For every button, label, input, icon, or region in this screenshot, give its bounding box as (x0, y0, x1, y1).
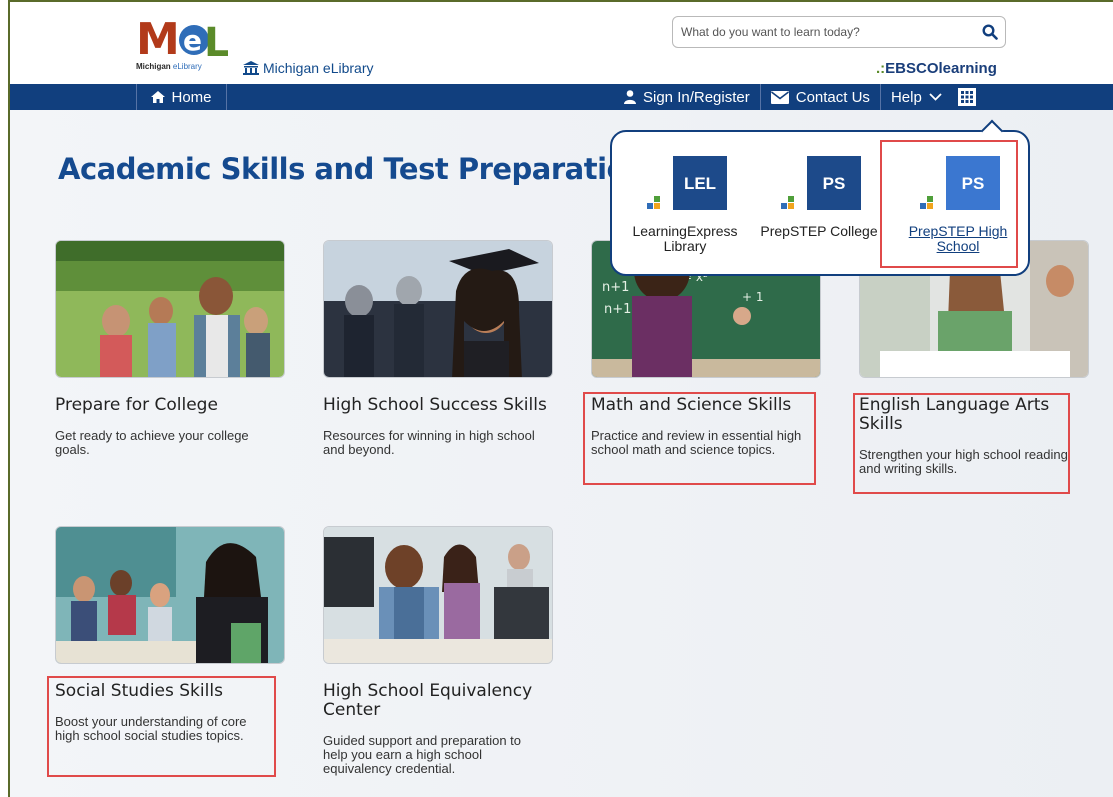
highlight-prepstep-high-school (880, 140, 1018, 268)
nav-right-group: Sign In/Register Contact Us Help (614, 84, 976, 110)
logo-tag-bold: Michigan (136, 62, 171, 71)
ebsco-text: EBSCO (885, 60, 939, 77)
app-learningexpress-library[interactable]: LEL LearningExpress Library (622, 156, 748, 254)
svg-text:+ 1: + 1 (742, 290, 764, 304)
library-link-label: Michigan eLibrary (263, 60, 374, 76)
search-input[interactable] (673, 17, 975, 47)
card-image (55, 240, 285, 378)
app-prepstep-college[interactable]: PS PrepSTEP College (758, 156, 880, 239)
svg-text:n+1: n+1 (602, 280, 629, 295)
search-box (672, 16, 1006, 48)
nav-home-label: Home (171, 88, 212, 106)
card-image (323, 240, 553, 378)
app-bars-icon (647, 190, 667, 210)
svg-text:M: M (136, 14, 180, 62)
ebsco-dots: .: (876, 60, 886, 77)
svg-text:e: e (183, 24, 202, 57)
svg-text:L: L (204, 20, 228, 62)
nav-sign-in[interactable]: Sign In/Register (614, 84, 761, 110)
highlight-social-studies (47, 676, 276, 777)
ebsco-learning-text: learning (938, 60, 997, 77)
app-bars-icon (781, 190, 801, 210)
app-tile: LEL (643, 156, 727, 210)
card-title: Prepare for College (55, 395, 218, 415)
card-description: Guided support and preparation to help y… (323, 733, 522, 776)
logo-tag-rest: eLibrary (170, 62, 202, 71)
page-frame: M e L Michigan eLibrary Michigan eLibrar… (8, 0, 1113, 797)
nav-home[interactable]: Home (136, 84, 227, 110)
nav-contact-label: Contact Us (795, 88, 870, 106)
main-nav: Home Sign In/Register Contact Us Help (10, 84, 1113, 110)
envelope-icon (770, 90, 789, 104)
library-building-icon (243, 61, 259, 75)
home-icon (151, 91, 166, 103)
card-image (55, 526, 285, 664)
nav-contact[interactable]: Contact Us (761, 84, 881, 110)
highlight-english-language-arts (853, 393, 1070, 494)
apps-grid-button[interactable] (957, 88, 976, 106)
card-title: High School Equivalency Center (323, 681, 533, 720)
card-description: Resources for winning in high school and… (323, 428, 535, 457)
card-description: Get ready to achieve your college goals. (55, 428, 249, 457)
card-high-school-equivalency[interactable]: High School Equivalency Center Guided su… (323, 526, 553, 776)
ebsco-learning-logo: .:EBSCOlearning (876, 60, 997, 77)
michigan-elibrary-link[interactable]: Michigan eLibrary (243, 60, 374, 76)
nav-sign-in-label: Sign In/Register (643, 88, 750, 106)
page-title: Academic Skills and Test Preparation (58, 152, 647, 186)
app-label: PrepSTEP College (760, 223, 878, 239)
site-header: M e L Michigan eLibrary Michigan eLibrar… (10, 2, 1113, 84)
search-button[interactable] (975, 17, 1005, 47)
card-prepare-college[interactable]: Prepare for College Get ready to achieve… (55, 240, 285, 457)
mel-logo[interactable]: M e L Michigan eLibrary (136, 14, 228, 74)
nav-help-label: Help (890, 88, 922, 106)
app-abbr: PS (807, 156, 861, 210)
highlight-math-science (583, 392, 816, 485)
svg-text:n+1: n+1 (604, 302, 631, 317)
app-label: LearningExpress Library (632, 223, 738, 254)
apps-popup-menu: LEL LearningExpress Library PS PrepSTEP … (610, 119, 1030, 276)
user-icon (624, 90, 636, 104)
chevron-down-icon (929, 93, 942, 101)
logo-tagline: Michigan eLibrary (136, 62, 202, 71)
app-abbr: LEL (673, 156, 727, 210)
search-icon (982, 24, 998, 40)
nav-help[interactable]: Help (881, 84, 952, 110)
card-title: High School Success Skills (323, 395, 547, 415)
app-tile: PS (777, 156, 861, 210)
card-high-school-success[interactable]: High School Success Skills Resources for… (323, 240, 553, 457)
card-image (323, 526, 553, 664)
grid-icon (960, 91, 973, 103)
